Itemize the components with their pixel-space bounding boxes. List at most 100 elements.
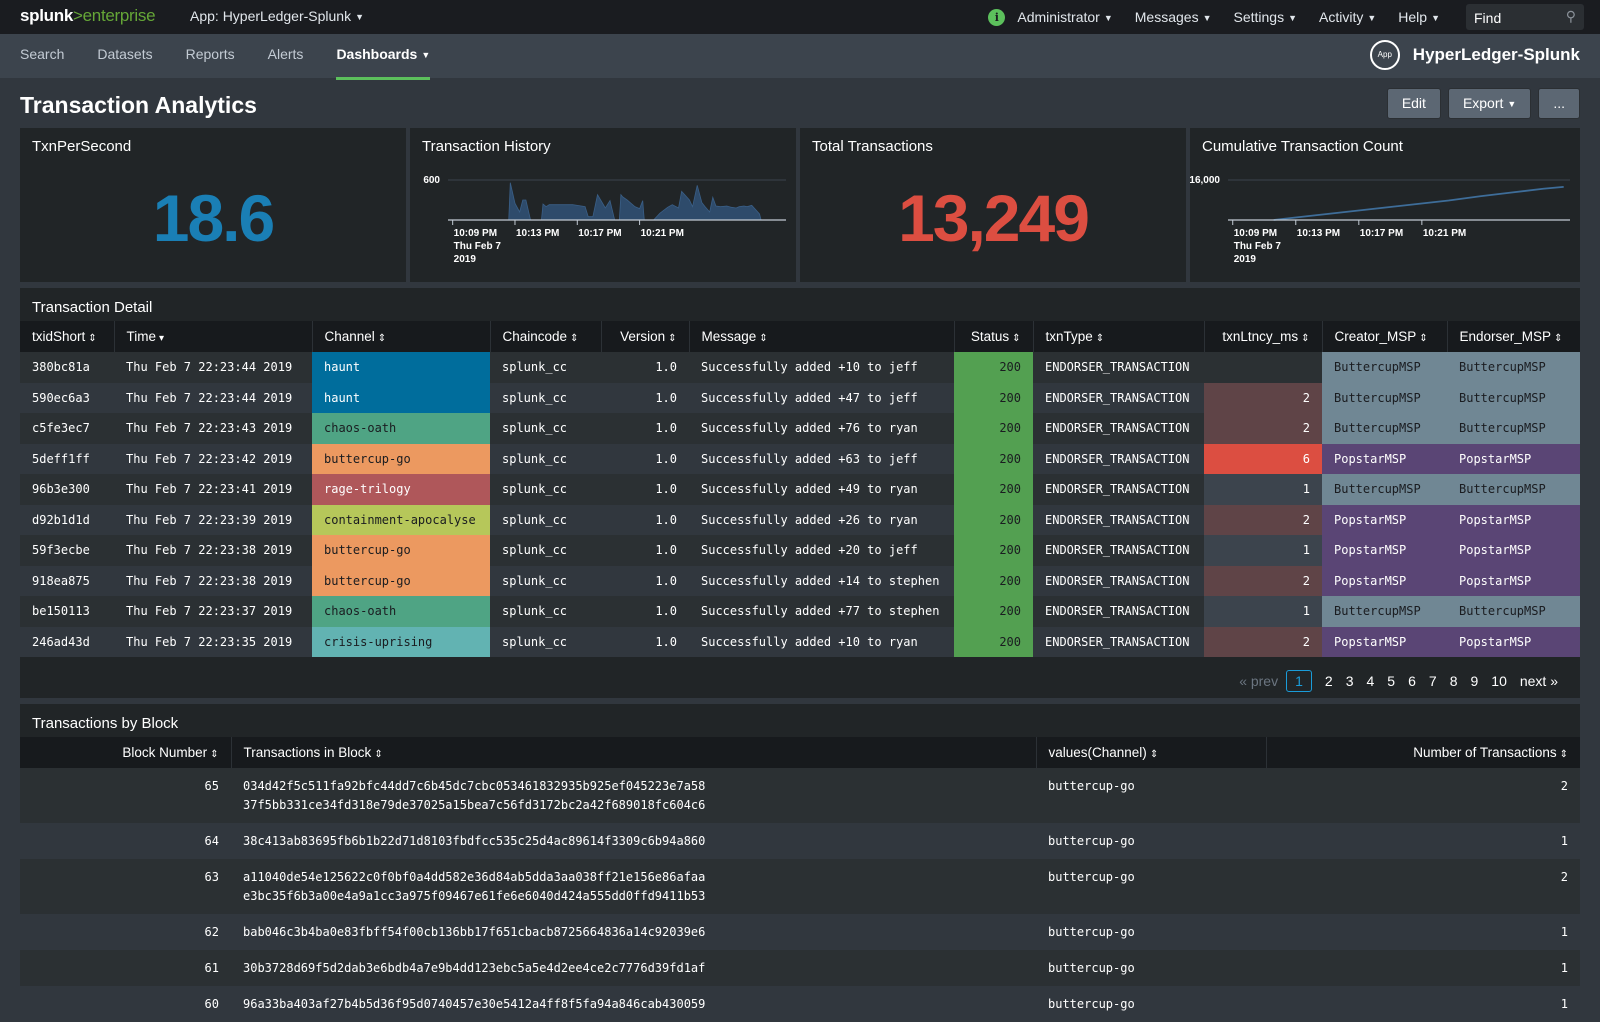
table-row[interactable]: 5deff1ff Thu Feb 7 22:23:42 2019 buttercup… <box>20 443 1580 474</box>
cell-creator-msp: ButtercupMSP <box>1322 413 1447 444</box>
table-row[interactable]: 246ad43d Thu Feb 7 22:23:35 2019 crisis-up… <box>20 626 1580 657</box>
table-row[interactable]: 918ea875 Thu Feb 7 22:23:38 2019 buttercup… <box>20 565 1580 596</box>
table-row[interactable]: c5fe3ec7 Thu Feb 7 22:23:43 2019 chaos-oat… <box>20 413 1580 444</box>
transaction-id: e3bc35f6b3a00e4a9a1cc3a975f09467e61fe6e6… <box>243 889 706 903</box>
panel-txn-per-second: TxnPerSecond 18.6 <box>20 128 406 282</box>
sort-icon[interactable]: ⇕ <box>570 333 578 344</box>
single-value[interactable]: 13,249 <box>800 180 1186 256</box>
app-switcher[interactable]: App: HyperLedger-Splunk ▼ <box>190 8 364 24</box>
table-row[interactable]: 64 38c413ab83695fb6b1b22d71d8103fbdfcc535… <box>20 823 1580 859</box>
sort-desc-icon[interactable]: ▾ <box>159 333 164 344</box>
table-body: 65 034d42f5c511fa92bfc44dd7c6b45dc7cbc053… <box>20 768 1580 1022</box>
column-header-endorser-msp[interactable]: Endorser_MSP ⇕ <box>1446 321 1580 352</box>
find-input[interactable]: Find ⚲ <box>1466 4 1584 30</box>
tab-datasets[interactable]: Datasets <box>97 34 152 78</box>
sort-icon[interactable]: ⇕ <box>1419 333 1427 344</box>
sort-icon[interactable]: ⇕ <box>1560 749 1568 760</box>
sort-icon[interactable]: ⇕ <box>210 749 218 760</box>
panel-cumulative-count: Cumulative Transaction Count 16,000 10:09… <box>1190 128 1580 282</box>
edit-button[interactable]: Edit <box>1386 88 1441 119</box>
column-header-time[interactable]: Time ▾ <box>113 321 312 352</box>
sort-icon[interactable]: ⇕ <box>374 749 382 760</box>
sort-icon[interactable]: ⇕ <box>1012 333 1020 344</box>
sort-icon[interactable]: ⇕ <box>1096 333 1104 344</box>
tab-alerts[interactable]: Alerts <box>268 34 304 78</box>
table-row[interactable]: 59f3ecbe Thu Feb 7 22:23:38 2019 buttercup… <box>20 535 1580 566</box>
pagination-next[interactable]: next » <box>1520 673 1558 689</box>
pagination-page[interactable]: 2 <box>1325 673 1333 689</box>
cell-chaincode: splunk_cc <box>490 413 601 444</box>
export-button[interactable]: Export ▼ <box>1447 88 1532 119</box>
cell-version: 1.0 <box>601 382 689 413</box>
cell-message: Successfully added +14 to stephen <box>689 565 954 596</box>
single-value[interactable]: 18.6 <box>20 180 406 256</box>
nav-activity[interactable]: Activity ▼ <box>1319 9 1376 25</box>
column-header-channel[interactable]: Channel ⇕ <box>311 321 490 352</box>
sort-icon[interactable]: ⇕ <box>759 333 767 344</box>
sort-icon[interactable]: ⇕ <box>378 333 386 344</box>
column-header-txnltncy-ms[interactable]: txnLtncy_ms ⇕ <box>1203 321 1322 352</box>
cumulative-count-chart[interactable]: 16,000 10:09 PM Thu Feb 7 2019 10:13 PM 10:17… <box>1190 128 1580 282</box>
sort-icon[interactable]: ⇕ <box>1554 333 1562 344</box>
more-button[interactable]: ... <box>1538 88 1580 119</box>
panel-title: Transactions by Block <box>32 715 179 732</box>
sort-icon[interactable]: ⇕ <box>88 333 96 344</box>
pagination-page[interactable]: 5 <box>1387 673 1395 689</box>
column-header-transactions-in-block[interactable]: Transactions in Block ⇕ <box>230 737 1036 768</box>
table-row[interactable]: 62 bab046c3b4ba0e83fbff54f00cb136bb17f651… <box>20 914 1580 950</box>
table-row[interactable]: 590ec6a3 Thu Feb 7 22:23:44 2019 haunt splu… <box>20 382 1580 413</box>
pagination-page[interactable]: 4 <box>1367 673 1375 689</box>
column-header-message[interactable]: Message ⇕ <box>688 321 954 352</box>
splunk-logo[interactable]: splunk>enterprise <box>20 6 156 26</box>
column-header-values-channel-[interactable]: values(Channel) ⇕ <box>1035 737 1266 768</box>
info-icon[interactable]: i <box>988 8 1006 26</box>
transaction-id: 38c413ab83695fb6b1b22d71d8103fbdfcc535c2… <box>243 834 706 848</box>
pagination-page[interactable]: 8 <box>1450 673 1458 689</box>
sort-icon[interactable]: ⇕ <box>668 333 676 344</box>
column-header-chaincode[interactable]: Chaincode ⇕ <box>489 321 601 352</box>
transaction-history-chart[interactable]: 600 10:09 PM Thu Feb 7 2019 10:13 PM 10:17 PM… <box>410 128 796 282</box>
table-row[interactable]: 61 30b3728d69f5d2dab3e6bdb4a7e9b4dd123ebc… <box>20 950 1580 986</box>
column-header-version[interactable]: Version ⇕ <box>600 321 689 352</box>
column-label: Creator_MSP <box>1334 329 1417 344</box>
sort-icon[interactable]: ⇕ <box>1150 749 1158 760</box>
nav-messages[interactable]: Messages ▼ <box>1135 9 1212 25</box>
search-icon[interactable]: ⚲ <box>1566 8 1576 25</box>
pagination-page[interactable]: 9 <box>1470 673 1478 689</box>
cell-creator-msp: ButtercupMSP <box>1322 382 1447 413</box>
column-header-creator-msp[interactable]: Creator_MSP ⇕ <box>1321 321 1447 352</box>
pagination-page[interactable]: 1 <box>1286 670 1312 692</box>
tab-search[interactable]: Search <box>20 34 64 78</box>
column-header-number-of-transactions[interactable]: Number of Transactions ⇕ <box>1265 737 1580 768</box>
pagination-page[interactable]: 6 <box>1408 673 1416 689</box>
column-header-block-number[interactable]: Block Number ⇕ <box>20 737 231 768</box>
cell-channel: rage-trilogy <box>312 474 490 505</box>
table-row[interactable]: 65 034d42f5c511fa92bfc44dd7c6b45dc7cbc053… <box>20 768 1580 823</box>
sort-icon[interactable]: ⇕ <box>1301 333 1309 344</box>
pagination-page[interactable]: 10 <box>1491 673 1507 689</box>
cell-version: 1.0 <box>601 443 689 474</box>
nav-administrator[interactable]: Administrator ▼ <box>1017 9 1112 25</box>
transaction-id: bab046c3b4ba0e83fbff54f00cb136bb17f651cb… <box>243 925 706 939</box>
table-row[interactable]: be150113 Thu Feb 7 22:23:37 2019 chaos-oat… <box>20 596 1580 627</box>
table-row[interactable]: d92b1d1d Thu Feb 7 22:23:39 2019 containme… <box>20 504 1580 535</box>
table-row[interactable]: 96b3e300 Thu Feb 7 22:23:41 2019 rage-tril… <box>20 474 1580 505</box>
tab-reports[interactable]: Reports <box>186 34 235 78</box>
cell-creator-msp: PopstarMSP <box>1322 565 1447 596</box>
nav-help[interactable]: Help ▼ <box>1398 9 1440 25</box>
nav-settings[interactable]: Settings ▼ <box>1234 9 1298 25</box>
column-header-txidshort[interactable]: txidShort ⇕ <box>20 321 114 352</box>
table-row[interactable]: 380bc81a Thu Feb 7 22:23:44 2019 haunt splu… <box>20 352 1580 383</box>
app-nav: Search Datasets Reports Alerts Dashboard… <box>20 34 463 80</box>
table-row[interactable]: 60 96a33ba403af27b4b5d36f95d0740457e30e54… <box>20 986 1580 1022</box>
column-header-status[interactable]: Status ⇕ <box>953 321 1033 352</box>
pagination-page[interactable]: 3 <box>1346 673 1354 689</box>
table-row[interactable]: 63 a11040de54e125622c0f0bf0a4dd582e36d84a… <box>20 859 1580 914</box>
cell-chaincode: splunk_cc <box>490 596 601 627</box>
cell-transactions: bab046c3b4ba0e83fbff54f00cb136bb17f651cb… <box>231 914 1036 950</box>
column-header-txntype[interactable]: txnType ⇕ <box>1032 321 1204 352</box>
cell-txnltncy-ms: 2 <box>1204 565 1322 596</box>
pagination-page[interactable]: 7 <box>1429 673 1437 689</box>
chevron-down-icon: ▼ <box>1507 99 1517 109</box>
tab-dashboards[interactable]: Dashboards ▼ <box>336 34 430 80</box>
